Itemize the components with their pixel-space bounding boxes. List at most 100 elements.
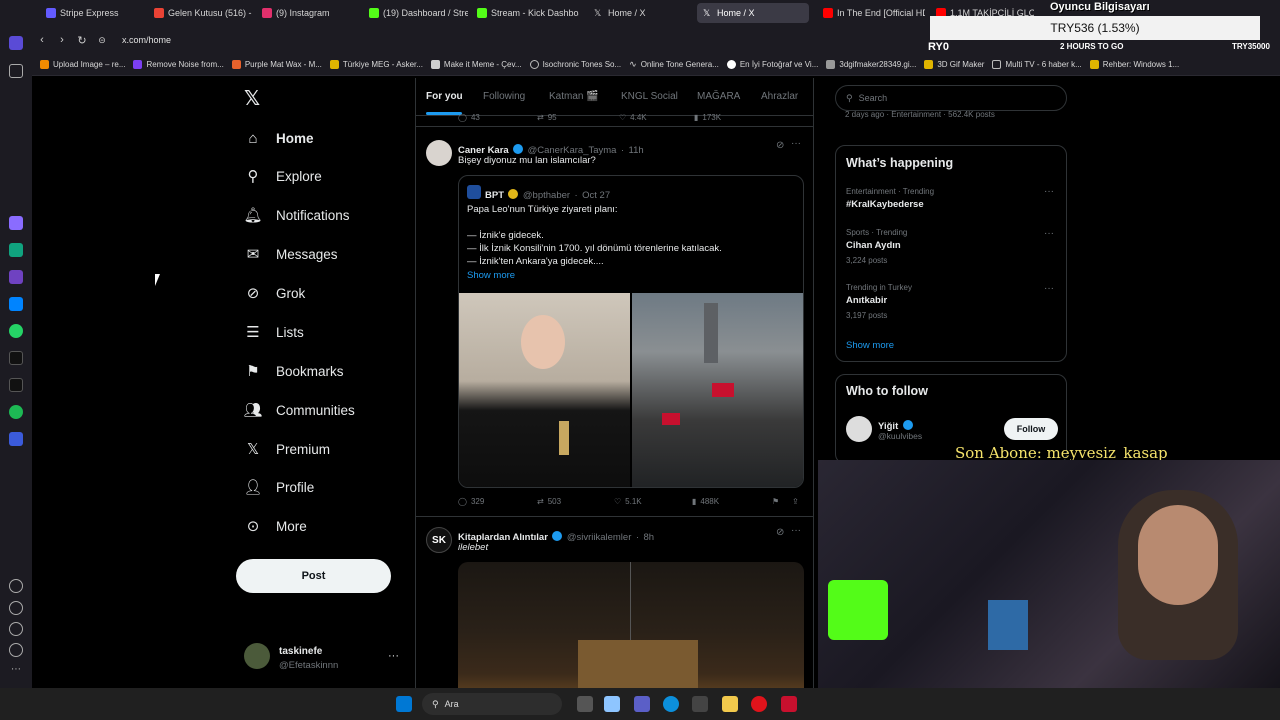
tab-for-you[interactable]: For you [426, 91, 463, 102]
browser-tab[interactable]: Stripe Express [40, 3, 145, 23]
folder-icon[interactable] [722, 696, 738, 712]
messenger-icon[interactable] [9, 297, 23, 311]
forward-icon[interactable]: › [52, 34, 72, 46]
bookmark-item[interactable]: Purple Mat Wax - M... [231, 60, 322, 69]
history-icon[interactable] [9, 601, 23, 615]
tweet-time[interactable]: 8h [643, 532, 654, 543]
repost-button[interactable]: ⇄ 503 [537, 497, 561, 506]
chatgpt-icon[interactable] [9, 243, 23, 257]
bookmark-item[interactable]: 3D Gif Maker [924, 60, 984, 69]
nav-profile[interactable]: 👤︎ Profile [243, 472, 314, 502]
tab-kngl-social[interactable]: KNGL Social [621, 91, 678, 102]
quote-image-bishop[interactable] [459, 293, 630, 487]
browser-tab[interactable]: Gelen Kutusu (516) - no [148, 3, 253, 23]
store-icon[interactable] [692, 696, 708, 712]
bookmark-item[interactable]: Isochronic Tones So... [529, 60, 621, 69]
nav-lists[interactable]: ☰ Lists [244, 317, 304, 347]
x-logo-icon[interactable] [9, 378, 23, 392]
lightbulb-icon[interactable] [9, 643, 23, 657]
edge-icon[interactable] [663, 696, 679, 712]
opera-icon[interactable] [751, 696, 767, 712]
copilot-icon[interactable] [604, 696, 620, 712]
tweet-time[interactable]: 11h [629, 145, 644, 156]
back-icon[interactable]: ‹ [32, 34, 52, 46]
heart-icon[interactable] [9, 579, 23, 593]
like-count[interactable]: ♡ 4.4K [619, 113, 647, 122]
browser-tab-active[interactable]: 𝕏 Home / X [697, 3, 809, 23]
nav-home[interactable]: ⌂ Home [244, 123, 313, 153]
tab-following[interactable]: Following [483, 91, 525, 102]
trend-name[interactable]: #KralKaybederse [846, 199, 924, 210]
more-horizontal-icon[interactable]: ··· [1044, 228, 1054, 239]
task-view-icon[interactable] [577, 696, 593, 712]
browser-tab[interactable]: (9) Instagram [256, 3, 360, 23]
show-more-link[interactable]: Show more [846, 340, 894, 351]
player-icon[interactable] [9, 432, 23, 446]
bookmark-item[interactable]: Rehber: Windows 1... [1089, 60, 1179, 69]
whatsapp-icon[interactable] [9, 324, 23, 338]
view-count[interactable]: ▮ 173K [694, 113, 721, 122]
bookmark-button[interactable]: ⚑ [772, 497, 779, 506]
avatar[interactable] [426, 140, 452, 166]
browser-tab[interactable]: 𝕏 Home / X [588, 3, 692, 23]
windows-start-icon[interactable] [396, 696, 412, 712]
bookmark-item[interactable]: Upload Image – re... [40, 60, 125, 69]
grok-icon[interactable]: ⊘ [776, 140, 784, 151]
trend-name[interactable]: Cihan Aydın [846, 240, 901, 251]
quote-image-istanbul[interactable] [632, 293, 803, 487]
avatar[interactable] [244, 643, 270, 669]
nav-notifications[interactable]: 🔔︎ Notifications [243, 200, 349, 230]
more-icon[interactable]: ⋯ [9, 664, 23, 678]
nav-premium[interactable]: 𝕏 Premium [244, 434, 330, 464]
spotify-icon[interactable] [9, 405, 23, 419]
grok-icon[interactable]: ⊘ [776, 527, 784, 538]
bookmark-item[interactable]: Türkiye MEG - Asker... [329, 60, 423, 69]
teams-icon[interactable] [634, 696, 650, 712]
bookmark-item[interactable]: Make it Meme - Çev... [430, 60, 522, 69]
url-field[interactable]: x.com/home [122, 35, 171, 45]
x-logo-icon[interactable]: 𝕏 [244, 86, 260, 111]
show-more-link[interactable]: Show more [467, 270, 515, 281]
nav-grok[interactable]: ⊘ Grok [244, 278, 306, 308]
avatar[interactable]: SK [426, 527, 452, 553]
reply-count[interactable]: ◯ 43 [458, 113, 480, 122]
bookmark-item[interactable]: ∿ Online Tone Genera... [629, 59, 719, 70]
browser-tab[interactable]: Stream - Kick Dashboar [471, 3, 579, 23]
nav-communities[interactable]: 👥︎ Communities [243, 395, 354, 425]
nav-explore[interactable]: ⚲ Explore [244, 161, 322, 191]
repost-count[interactable]: ⇄ 95 [537, 113, 557, 122]
more-horizontal-icon[interactable]: ··· [1044, 283, 1054, 294]
like-button[interactable]: ♡ 5.1K [614, 497, 642, 506]
taskbar-search[interactable]: ⚲ Ara [422, 693, 562, 715]
star-icon[interactable] [9, 64, 23, 78]
aria-icon[interactable] [9, 216, 23, 230]
tiktok-icon[interactable] [9, 351, 23, 365]
quote-tweet[interactable]: BPT @bpthaber · Oct 27 Papa Leo'nun Türk… [458, 175, 804, 488]
nav-messages[interactable]: ✉ Messages [244, 239, 338, 269]
avatar[interactable] [846, 416, 872, 442]
share-button[interactable]: ⇪ [792, 497, 799, 506]
tab-magara[interactable]: MAĞARA [697, 91, 740, 102]
more-horizontal-icon[interactable]: ··· [791, 525, 801, 536]
more-horizontal-icon[interactable]: ··· [791, 138, 801, 149]
app-icon[interactable] [781, 696, 797, 712]
reload-icon[interactable]: ↻ [72, 34, 92, 47]
post-button[interactable]: Post [236, 559, 391, 593]
more-horizontal-icon[interactable]: ··· [1044, 186, 1054, 197]
trend-name[interactable]: Anıtkabir [846, 295, 887, 306]
browser-tab[interactable]: (19) Dashboard / Stream [363, 3, 468, 23]
browser-tab[interactable]: In The End [Official HD [817, 3, 925, 23]
bookmark-item[interactable]: En İyi Fotoğraf ve Vi... [726, 60, 818, 69]
bookmark-item[interactable]: Multi TV - 6 haber k... [992, 60, 1082, 69]
bookmark-item[interactable]: Remove Noise from... [133, 60, 224, 69]
nav-bookmarks[interactable]: ⚑ Bookmarks [244, 356, 343, 386]
tweet-image-anitkabir[interactable] [458, 562, 804, 688]
reply-button[interactable]: ◯ 329 [458, 497, 484, 506]
tab-katman[interactable]: Katman 🎬 [549, 91, 599, 102]
tab-ahrazlar[interactable]: Ahrazlar [761, 91, 798, 102]
search-input[interactable]: ⚲ Search [835, 85, 1067, 111]
nav-more[interactable]: ⊙ More [244, 511, 307, 541]
views-button[interactable]: ▮ 488K [692, 497, 719, 506]
more-horizontal-icon[interactable]: ··· [388, 650, 399, 662]
chatsonic-icon[interactable] [9, 270, 23, 284]
